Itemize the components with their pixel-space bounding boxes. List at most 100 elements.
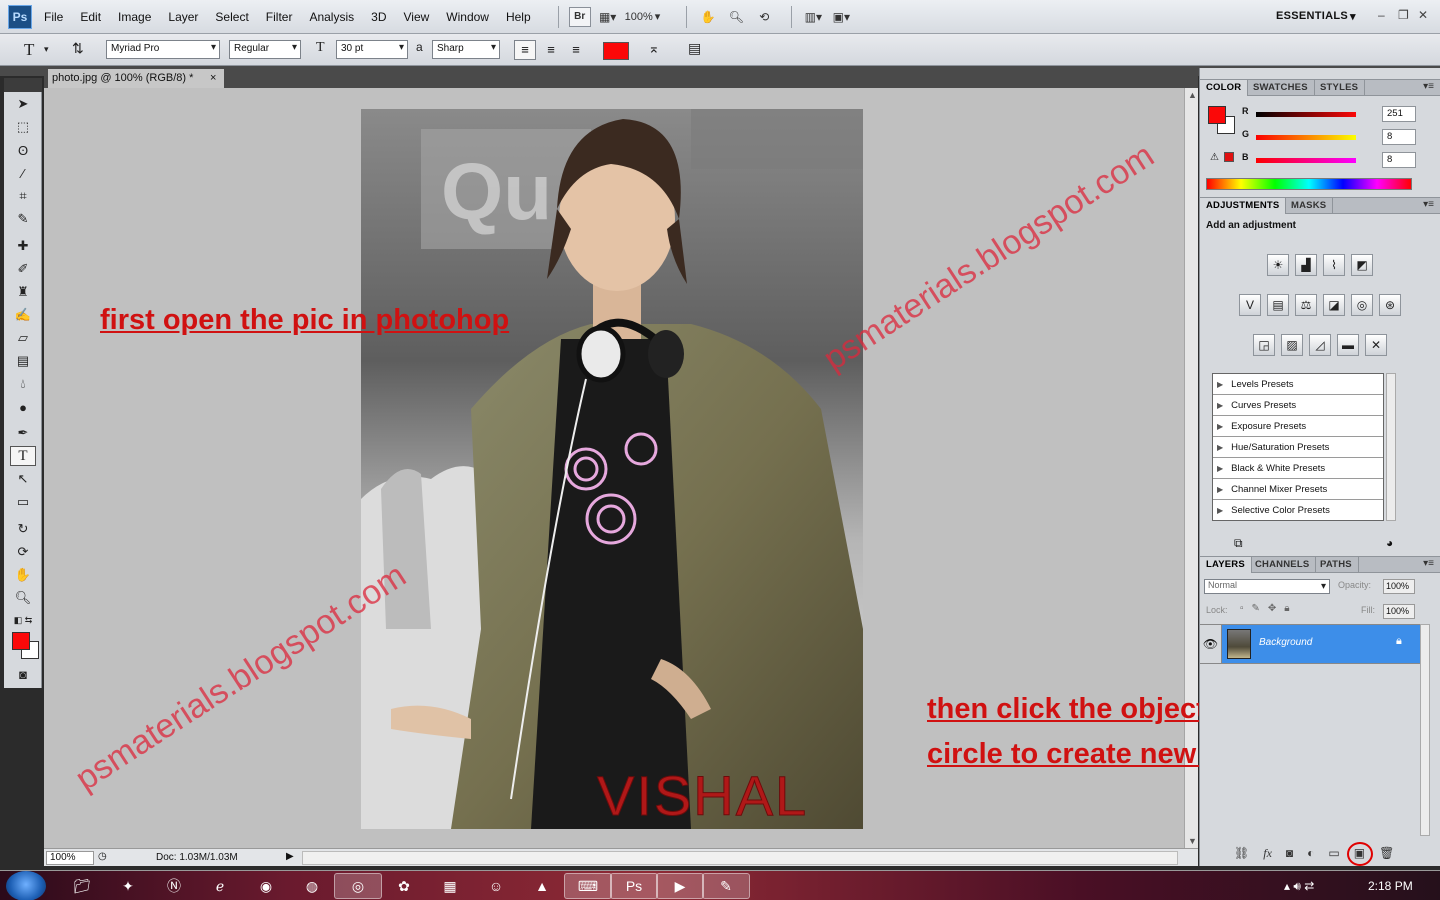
character-panel-icon[interactable]: ▤ xyxy=(688,40,701,57)
minimize-icon[interactable]: – xyxy=(1378,8,1385,22)
paint-taskbar-icon[interactable]: ✎ xyxy=(702,873,750,899)
toolbox-header[interactable] xyxy=(4,78,42,92)
photoshop-taskbar-icon[interactable]: Ps xyxy=(610,873,658,899)
eraser-tool-icon[interactable]: ▱ xyxy=(10,328,36,348)
channel-mixer-icon[interactable]: ⊛ xyxy=(1379,294,1401,316)
levels-icon[interactable]: ▟ xyxy=(1295,254,1317,276)
menu-3d[interactable]: 3D xyxy=(371,10,386,24)
presets-scrollbar[interactable] xyxy=(1386,373,1396,521)
color-balance-icon[interactable]: ⚖ xyxy=(1295,294,1317,316)
list-item[interactable]: ▶ Hue/Saturation Presets xyxy=(1213,437,1383,458)
link-layers-icon[interactable]: ⛓ xyxy=(1234,846,1249,860)
list-item[interactable]: ▶ Black & White Presets xyxy=(1213,458,1383,479)
view-extras-icon[interactable]: ▦▾ xyxy=(597,7,619,27)
chevron-down-icon[interactable]: ▾ xyxy=(1350,10,1356,23)
tab-masks[interactable]: MASKS xyxy=(1285,198,1334,214)
document-tab[interactable]: photo.jpg @ 100% (RGB/8) * × xyxy=(48,69,224,88)
move-tool-icon[interactable]: ➤ xyxy=(10,94,36,114)
black-white-icon[interactable]: ◪ xyxy=(1323,294,1345,316)
vertical-scrollbar[interactable]: ▲ ▼ xyxy=(1184,88,1198,848)
align-left-button[interactable]: ≡ xyxy=(514,40,536,60)
zoom-tool-icon[interactable]: 🔍︎ xyxy=(725,7,747,27)
hand-tool-icon[interactable]: ✋ xyxy=(697,7,719,27)
new-layer-icon[interactable]: ▣ xyxy=(1346,842,1373,866)
scroll-down-icon[interactable]: ▼ xyxy=(1188,836,1197,846)
gradient-map-icon[interactable]: ▬ xyxy=(1337,334,1359,356)
layer-style-icon[interactable]: fx xyxy=(1263,846,1272,861)
vibrance-icon[interactable]: V xyxy=(1239,294,1261,316)
list-item[interactable]: ▶ Levels Presets xyxy=(1213,374,1383,395)
expand-triangle-icon[interactable]: ▶ xyxy=(1217,464,1223,473)
text-orientation-icon[interactable]: ⇅ xyxy=(72,40,84,57)
gamut-swatch[interactable] xyxy=(1224,152,1234,162)
explorer-taskbar-icon[interactable]: 📁︎ xyxy=(58,873,106,899)
panel-menu-icon[interactable]: ▾≡ xyxy=(1423,199,1434,210)
close-icon[interactable]: ✕ xyxy=(1418,8,1428,22)
zoom-level-combo[interactable]: 100% xyxy=(625,11,653,23)
expand-triangle-icon[interactable]: ▶ xyxy=(1217,485,1223,494)
slider-value[interactable]: 8 xyxy=(1382,152,1416,168)
quick-mask-icon[interactable]: ◙ xyxy=(10,664,36,684)
chevron-down-icon[interactable]: ▾ xyxy=(44,44,49,55)
tab-styles[interactable]: STYLES xyxy=(1314,80,1366,96)
scroll-up-icon[interactable]: ▲ xyxy=(1188,90,1197,100)
color-slider-g[interactable]: G 8 xyxy=(1240,129,1436,147)
slider-value[interactable]: 8 xyxy=(1382,129,1416,145)
add-mask-icon[interactable]: ◙ xyxy=(1286,846,1293,860)
dodge-tool-icon[interactable]: ● xyxy=(10,397,36,417)
warp-text-icon[interactable]: ⌅ xyxy=(648,40,660,57)
keyboard-taskbar-icon[interactable]: ⌨ xyxy=(564,873,612,899)
list-item[interactable]: ▶ Selective Color Presets xyxy=(1213,500,1383,521)
clip-to-layer-icon[interactable]: ◕ xyxy=(1386,536,1393,550)
menu-select[interactable]: Select xyxy=(215,10,248,24)
status-info-icon[interactable]: ◷ xyxy=(98,851,107,862)
exposure-icon[interactable]: ◩ xyxy=(1351,254,1373,276)
pen-tool-icon[interactable]: ✒ xyxy=(10,423,36,443)
system-tray-icons[interactable]: ▴ 🔊︎ ⇄ xyxy=(1284,879,1314,894)
start-button[interactable] xyxy=(6,871,46,900)
panel-menu-icon[interactable]: ▾≡ xyxy=(1423,558,1434,569)
trash-icon[interactable]: 🗑︎ xyxy=(1379,846,1394,860)
gradient-tool-icon[interactable]: ▤ xyxy=(10,351,36,371)
slider-track[interactable] xyxy=(1256,112,1356,117)
blur-tool-icon[interactable]: 💧︎ xyxy=(10,374,36,394)
3d-orbit-tool-icon[interactable]: ⟳ xyxy=(10,542,36,562)
invert-icon[interactable]: ◲ xyxy=(1253,334,1275,356)
align-center-button[interactable]: ≡ xyxy=(540,40,562,60)
history-brush-tool-icon[interactable]: ✍ xyxy=(10,305,36,325)
expanded-view-icon[interactable]: ⧉ xyxy=(1234,536,1243,551)
path-selection-tool-icon[interactable]: ↖ xyxy=(10,469,36,489)
expand-triangle-icon[interactable]: ▶ xyxy=(1217,506,1223,515)
bridge-button[interactable]: Br xyxy=(568,6,591,27)
screen-mode-icon[interactable]: ▣▾ xyxy=(830,7,852,27)
nero-taskbar-icon[interactable]: Ⓝ xyxy=(150,873,198,899)
marquee-tool-icon[interactable]: ⬚ xyxy=(10,117,36,137)
type-tool-icon[interactable]: T xyxy=(10,446,36,466)
clock[interactable]: 2:18 PM xyxy=(1368,879,1413,893)
photo-filter-icon[interactable]: ◎ xyxy=(1351,294,1373,316)
arrange-documents-icon[interactable]: ▥▾ xyxy=(802,7,824,27)
opacity-field[interactable]: 100% xyxy=(1383,579,1415,594)
lock-options-icon[interactable]: ▫✎✥🔒︎ xyxy=(1240,603,1298,614)
yahoo-taskbar-icon[interactable]: ☺ xyxy=(472,873,520,899)
fill-field[interactable]: 100% xyxy=(1383,604,1415,619)
restore-icon[interactable]: ❐ xyxy=(1398,8,1409,22)
menu-analysis[interactable]: Analysis xyxy=(309,10,354,24)
layer-thumbnail[interactable] xyxy=(1227,629,1251,659)
layer-visibility-eye-icon[interactable]: 👁︎ xyxy=(1200,625,1222,663)
font-style-select[interactable]: Regular xyxy=(229,40,301,59)
clone-stamp-tool-icon[interactable]: ♜ xyxy=(10,282,36,302)
firefox-taskbar-icon[interactable]: ◍ xyxy=(288,873,336,899)
menu-window[interactable]: Window xyxy=(446,10,489,24)
ie-taskbar-icon[interactable]: ℯ xyxy=(196,873,244,899)
slider-track[interactable] xyxy=(1256,135,1356,140)
menu-image[interactable]: Image xyxy=(118,10,151,24)
app-taskbar-icon[interactable]: ▦ xyxy=(426,873,474,899)
curves-icon[interactable]: ⌇ xyxy=(1323,254,1345,276)
3d-rotate-tool-icon[interactable]: ↻ xyxy=(10,519,36,539)
color-slider-r[interactable]: R 251 xyxy=(1240,106,1436,124)
chrome-taskbar-icon[interactable]: ◎ xyxy=(334,873,382,899)
layers-scrollbar[interactable] xyxy=(1420,624,1430,836)
font-family-select[interactable]: Myriad Pro xyxy=(106,40,220,59)
list-item[interactable]: ▶ Channel Mixer Presets xyxy=(1213,479,1383,500)
